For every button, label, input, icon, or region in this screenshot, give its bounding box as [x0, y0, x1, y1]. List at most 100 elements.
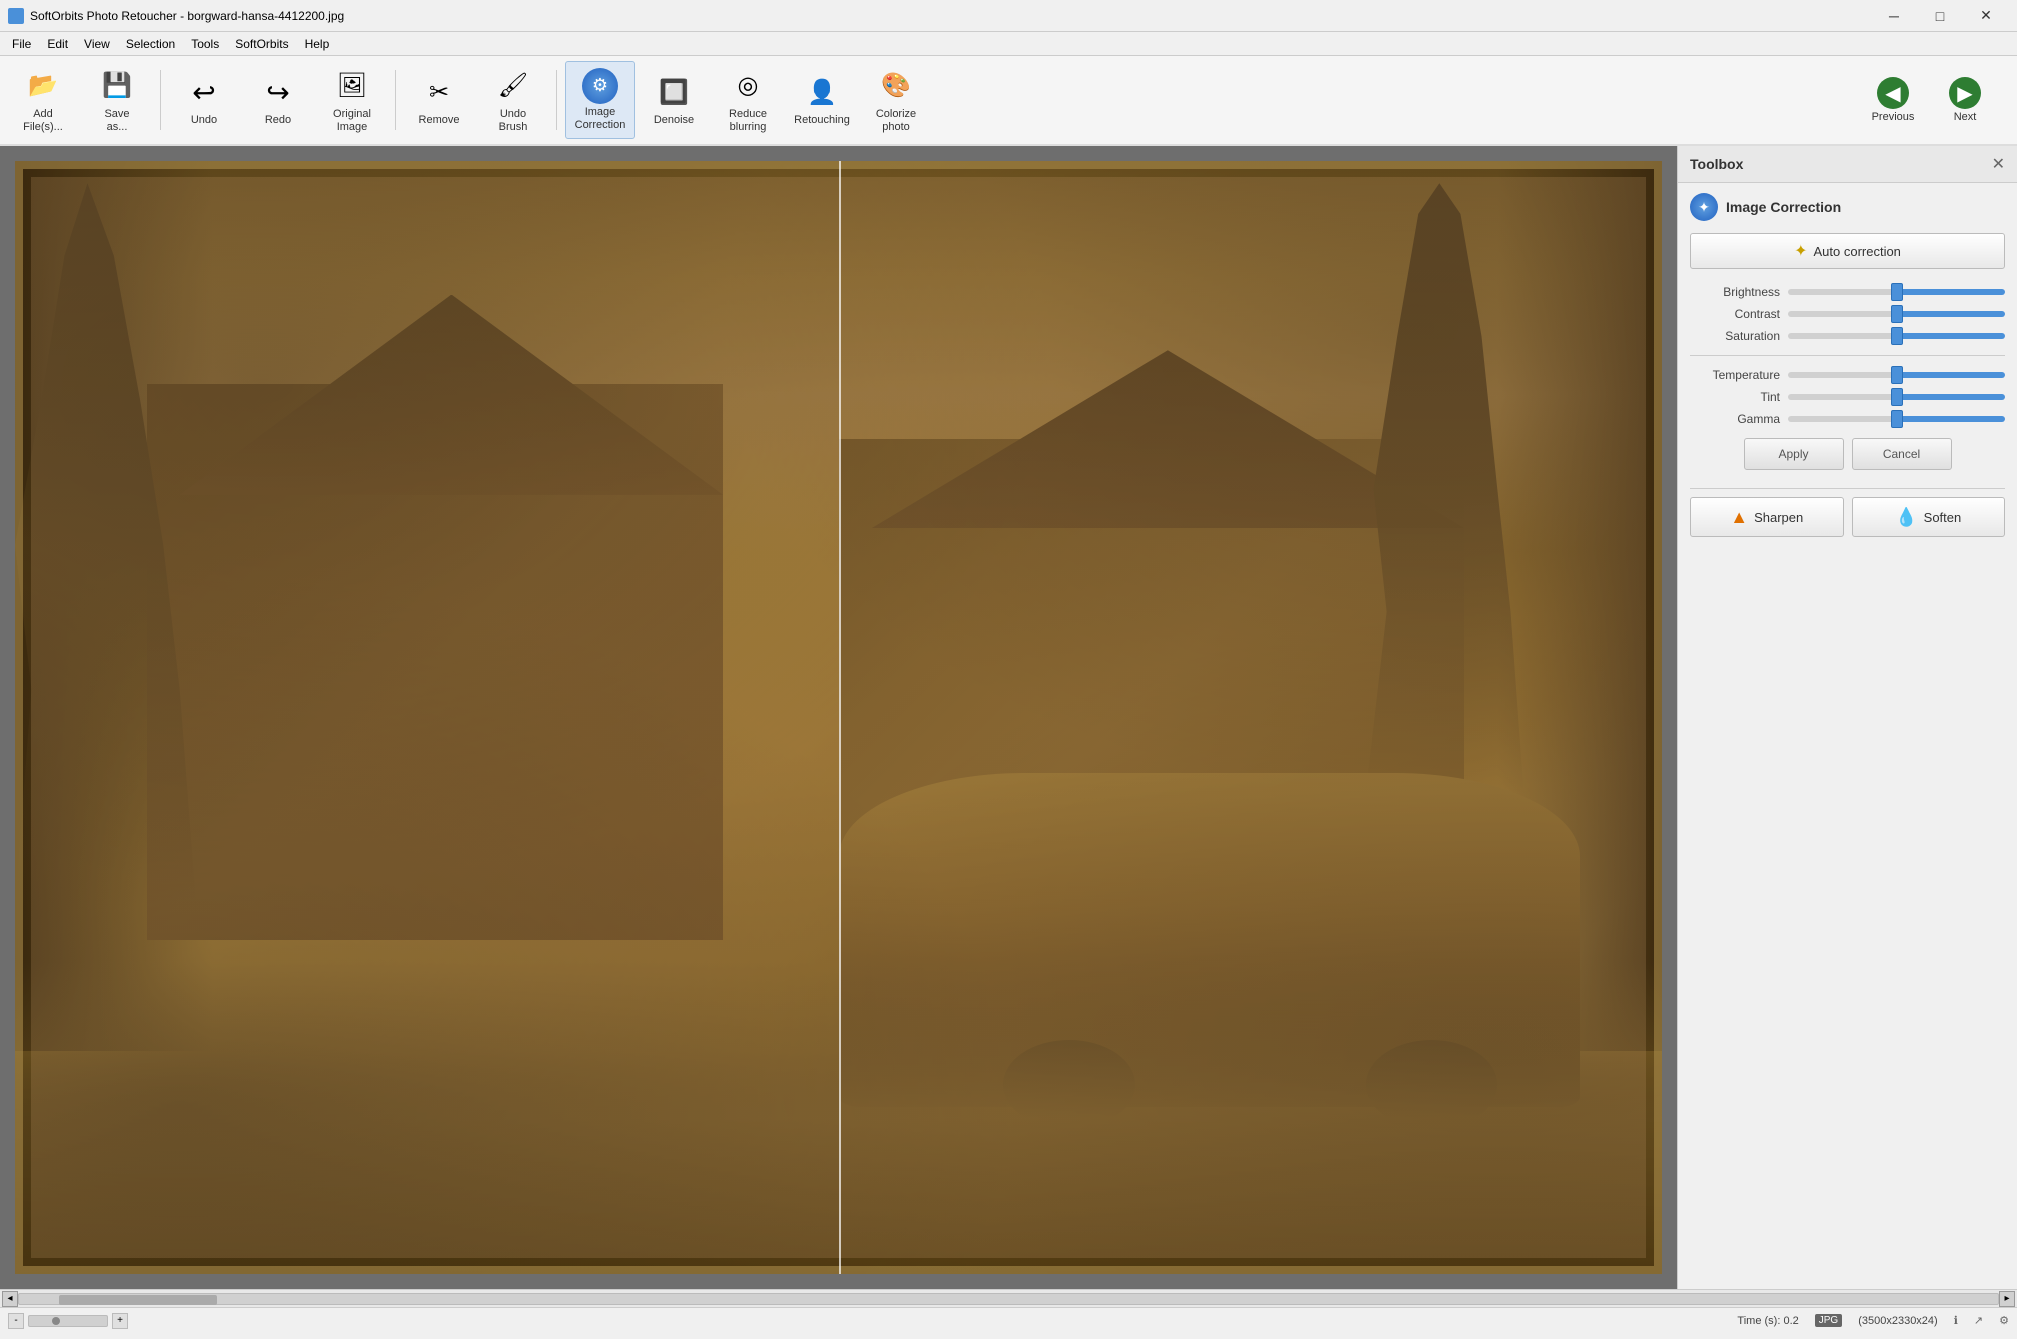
- gamma-slider[interactable]: [1788, 416, 2005, 422]
- brightness-label: Brightness: [1690, 285, 1780, 299]
- h-scroll-track[interactable]: [18, 1293, 1999, 1305]
- h-scroll-thumb[interactable]: [59, 1295, 217, 1305]
- sharpen-icon: ▲: [1730, 507, 1748, 528]
- retouching-button[interactable]: 👤 Retouching: [787, 61, 857, 139]
- soften-button[interactable]: 💧 Soften: [1852, 497, 2006, 537]
- remove-icon: ✂: [419, 72, 459, 112]
- brightness-row: Brightness: [1690, 285, 2005, 299]
- scroll-left-button[interactable]: ◂: [2, 1291, 18, 1307]
- sepia-photo: [15, 161, 1662, 1274]
- main-area: Toolbox ✕ ✦ Image Correction ✦ Auto corr…: [0, 146, 2017, 1289]
- redo-button[interactable]: ↪ Redo: [243, 61, 313, 139]
- maximize-button[interactable]: □: [1917, 0, 1963, 32]
- brightness-slider[interactable]: [1788, 289, 2005, 295]
- menu-file[interactable]: File: [4, 33, 39, 55]
- undo-brush-button[interactable]: 🖌 UndoBrush: [478, 61, 548, 139]
- denoise-icon: 🔲: [654, 72, 694, 112]
- toolbar-separator-2: [395, 70, 396, 130]
- title-bar: SoftOrbits Photo Retoucher - borgward-ha…: [0, 0, 2017, 32]
- saturation-row: Saturation: [1690, 329, 2005, 343]
- menu-tools[interactable]: Tools: [183, 33, 227, 55]
- colorize-photo-button[interactable]: 🎨 Colorizephoto: [861, 61, 931, 139]
- original-image-label: OriginalImage: [333, 108, 371, 134]
- zoom-in-button[interactable]: +: [112, 1313, 128, 1329]
- menu-edit[interactable]: Edit: [39, 33, 76, 55]
- app-icon: [8, 8, 24, 24]
- auto-correction-button[interactable]: ✦ Auto correction: [1690, 233, 2005, 269]
- apply-button[interactable]: Apply: [1744, 438, 1844, 470]
- undo-button[interactable]: ↩ Undo: [169, 61, 239, 139]
- image-correction-title: Image Correction: [1726, 199, 1841, 215]
- toolbar: 📂 AddFile(s)... 💾 Saveas... ↩ Undo ↪ Red…: [0, 56, 2017, 146]
- slider-divider: [1690, 355, 2005, 356]
- temperature-row: Temperature: [1690, 368, 2005, 382]
- colorize-photo-label: Colorizephoto: [876, 108, 916, 134]
- sharpen-button[interactable]: ▲ Sharpen: [1690, 497, 1844, 537]
- redo-label: Redo: [265, 114, 291, 127]
- minimize-button[interactable]: ─: [1871, 0, 1917, 32]
- zoom-controls: - +: [8, 1313, 128, 1329]
- save-as-label: Saveas...: [104, 108, 129, 134]
- contrast-thumb[interactable]: [1891, 305, 1903, 323]
- image-dimensions: (3500x2330x24): [1858, 1315, 1938, 1327]
- brightness-thumb[interactable]: [1891, 283, 1903, 301]
- tint-thumb[interactable]: [1891, 388, 1903, 406]
- retouching-label: Retouching: [794, 114, 850, 127]
- image-correction-label: ImageCorrection: [575, 106, 626, 132]
- redo-icon: ↪: [258, 72, 298, 112]
- contrast-slider[interactable]: [1788, 311, 2005, 317]
- share-icon[interactable]: ↗: [1974, 1314, 1983, 1327]
- processing-time: Time (s): 0.2: [1737, 1315, 1798, 1327]
- toolbar-separator-3: [556, 70, 557, 130]
- menu-softorbits[interactable]: SoftOrbits: [227, 33, 296, 55]
- saturation-thumb[interactable]: [1891, 327, 1903, 345]
- previous-button[interactable]: ◀ Previous: [1861, 61, 1925, 139]
- zoom-slider-thumb[interactable]: [52, 1317, 60, 1325]
- gamma-label: Gamma: [1690, 412, 1780, 426]
- image-container: [15, 161, 1662, 1274]
- undo-brush-label: UndoBrush: [499, 108, 528, 134]
- gamma-thumb[interactable]: [1891, 410, 1903, 428]
- sharpen-label: Sharpen: [1754, 510, 1803, 525]
- menu-help[interactable]: Help: [297, 33, 338, 55]
- canvas-area[interactable]: [0, 146, 1677, 1289]
- remove-label: Remove: [419, 114, 460, 127]
- gamma-row: Gamma: [1690, 412, 2005, 426]
- toolbox-panel: Toolbox ✕ ✦ Image Correction ✦ Auto corr…: [1677, 146, 2017, 1289]
- temperature-thumb[interactable]: [1891, 366, 1903, 384]
- nav-right: ◀ Previous ▶ Next: [1861, 61, 2009, 139]
- scroll-right-button[interactable]: ▸: [1999, 1291, 2015, 1307]
- next-icon: ▶: [1949, 77, 1981, 109]
- toolbox-close-button[interactable]: ✕: [1992, 154, 2005, 174]
- save-as-button[interactable]: 💾 Saveas...: [82, 61, 152, 139]
- add-file-icon: 📂: [23, 66, 63, 106]
- menu-selection[interactable]: Selection: [118, 33, 183, 55]
- menu-view[interactable]: View: [76, 33, 118, 55]
- reduce-blurring-label: Reduceblurring: [729, 108, 767, 134]
- denoise-button[interactable]: 🔲 Denoise: [639, 61, 709, 139]
- image-correction-button[interactable]: ⚙ ImageCorrection: [565, 61, 635, 139]
- undo-label: Undo: [191, 114, 217, 127]
- soften-icon: 💧: [1895, 507, 1917, 528]
- tint-slider[interactable]: [1788, 394, 2005, 400]
- add-file-button[interactable]: 📂 AddFile(s)...: [8, 61, 78, 139]
- toolbar-separator-1: [160, 70, 161, 130]
- window-controls: ─ □ ✕: [1871, 0, 2009, 32]
- saturation-slider[interactable]: [1788, 333, 2005, 339]
- original-image-button[interactable]: 🖼 OriginalImage: [317, 61, 387, 139]
- image-correction-icon: ⚙: [582, 68, 618, 104]
- zoom-slider-track[interactable]: [28, 1315, 108, 1327]
- next-button[interactable]: ▶ Next: [1933, 61, 1997, 139]
- remove-button[interactable]: ✂ Remove: [404, 61, 474, 139]
- retouching-icon: 👤: [802, 72, 842, 112]
- undo-icon: ↩: [184, 72, 224, 112]
- temperature-slider[interactable]: [1788, 372, 2005, 378]
- zoom-out-button[interactable]: -: [8, 1313, 24, 1329]
- window-title: SoftOrbits Photo Retoucher - borgward-ha…: [30, 9, 1871, 23]
- reduce-blurring-button[interactable]: ◎ Reduceblurring: [713, 61, 783, 139]
- settings-icon[interactable]: ⚙: [1999, 1314, 2009, 1327]
- close-button[interactable]: ✕: [1963, 0, 2009, 32]
- action-buttons: Apply Cancel: [1690, 438, 2005, 470]
- split-line[interactable]: [839, 161, 841, 1274]
- cancel-button[interactable]: Cancel: [1852, 438, 1952, 470]
